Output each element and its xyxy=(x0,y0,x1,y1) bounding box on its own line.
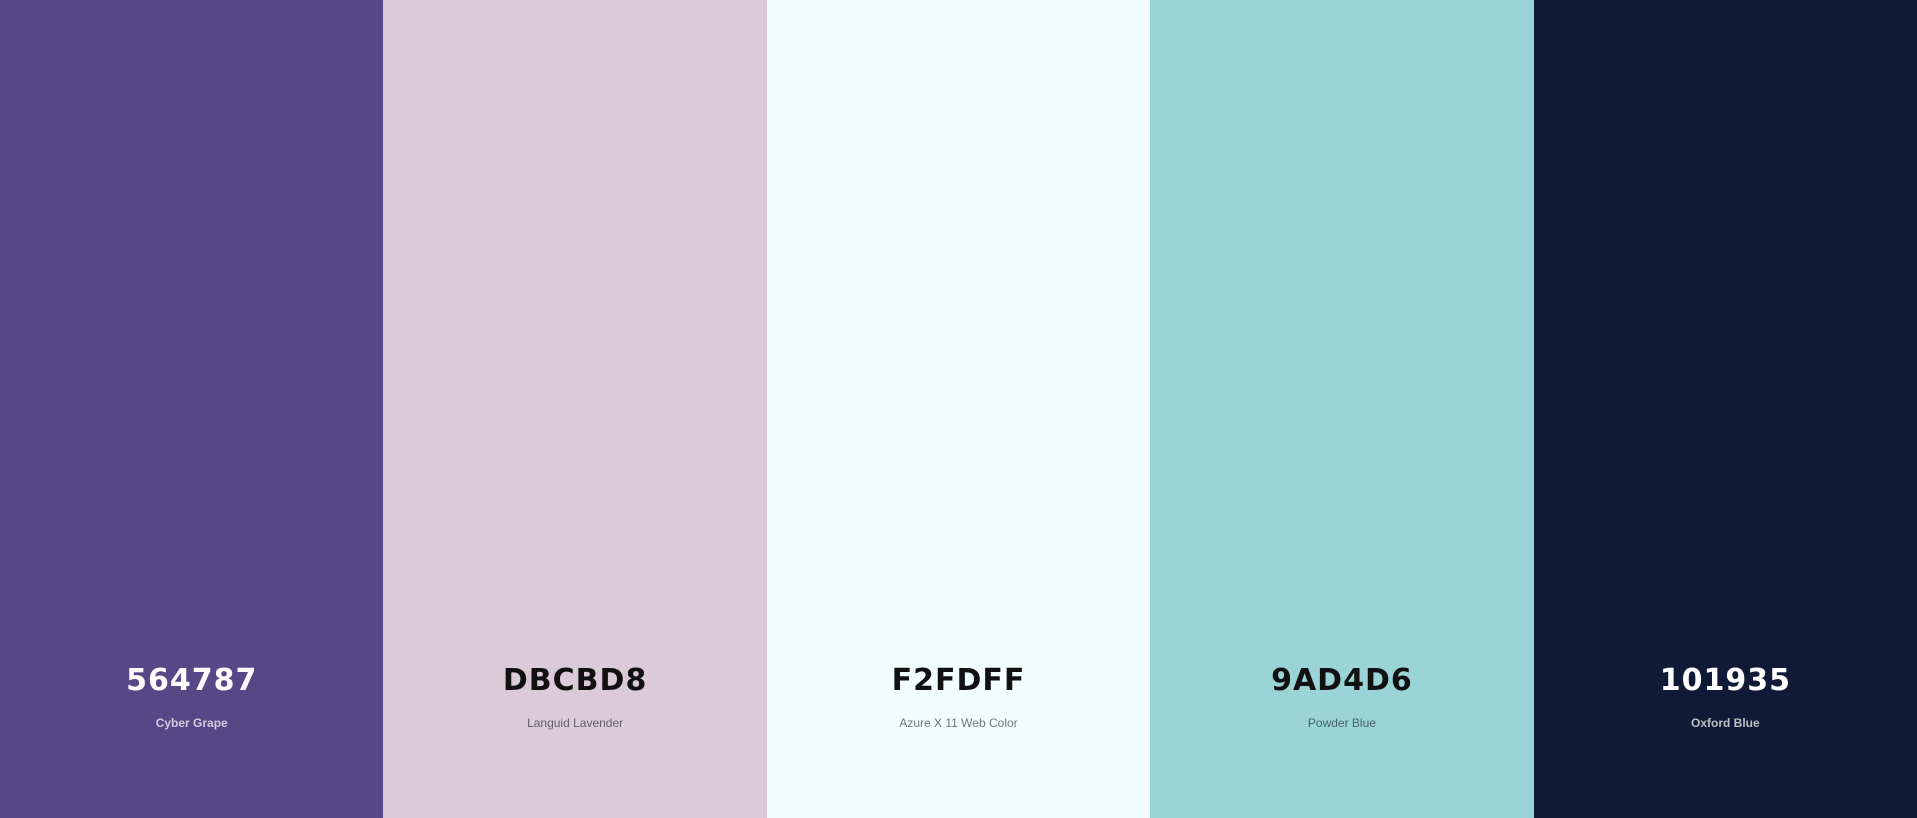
swatch-color-name: Oxford Blue xyxy=(1690,716,1760,730)
swatch-azure-x11[interactable]: F2FDFF Azure X 11 Web Color xyxy=(766,0,1151,818)
swatch-info: 101935 Oxford Blue xyxy=(1534,666,1917,730)
color-palette: 564787 Cyber Grape DBCBD8 Languid Lavend… xyxy=(0,0,1917,818)
swatch-languid-lavender[interactable]: DBCBD8 Languid Lavender xyxy=(383,0,767,818)
swatch-powder-blue[interactable]: 9AD4D6 Powder Blue xyxy=(1150,0,1534,818)
swatch-color-name: Azure X 11 Web Color xyxy=(899,716,1018,730)
swatch-hex-code[interactable]: DBCBD8 xyxy=(383,666,766,696)
swatch-hex-code[interactable]: 9AD4D6 xyxy=(1150,666,1533,696)
swatch-info: 564787 Cyber Grape xyxy=(0,666,383,730)
swatch-cyber-grape[interactable]: 564787 Cyber Grape xyxy=(0,0,384,818)
swatch-oxford-blue[interactable]: 101935 Oxford Blue xyxy=(1533,0,1917,818)
swatch-hex-code[interactable]: 101935 xyxy=(1534,666,1917,696)
swatch-color-name: Cyber Grape xyxy=(155,716,228,730)
swatch-color-name: Powder Blue xyxy=(1307,716,1376,730)
swatch-color-name: Languid Lavender xyxy=(527,716,624,730)
swatch-info: 9AD4D6 Powder Blue xyxy=(1150,666,1533,730)
swatch-hex-code[interactable]: 564787 xyxy=(0,666,383,696)
swatch-info: F2FDFF Azure X 11 Web Color xyxy=(767,666,1150,730)
swatch-info: DBCBD8 Languid Lavender xyxy=(383,666,766,730)
swatch-hex-code[interactable]: F2FDFF xyxy=(767,666,1150,696)
